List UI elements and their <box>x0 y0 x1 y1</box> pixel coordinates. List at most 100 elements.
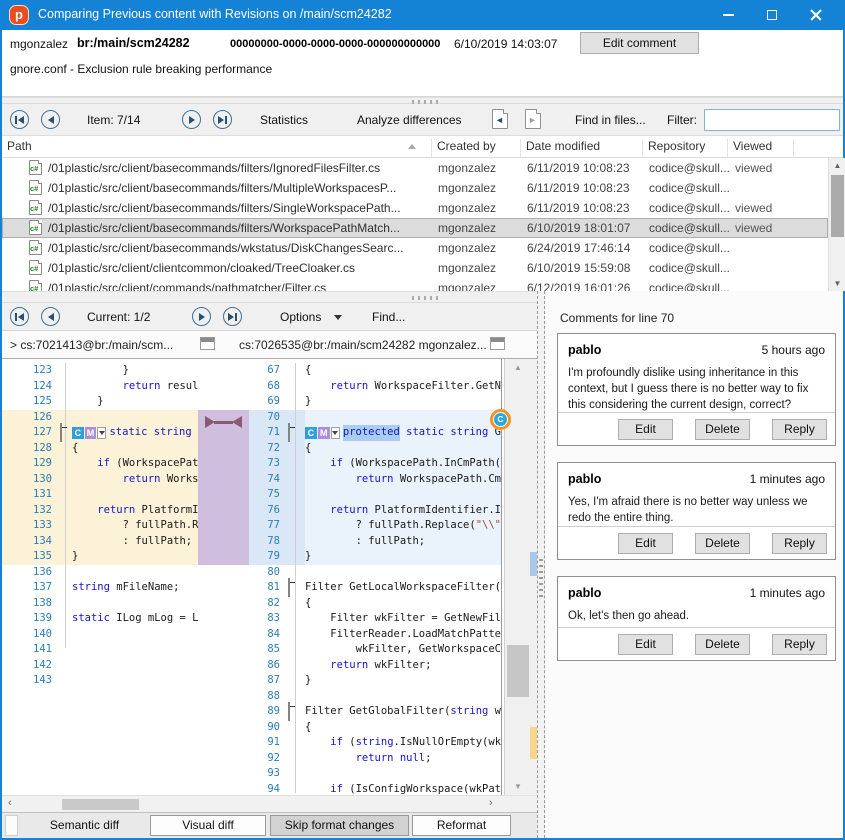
skip-format-changes-button[interactable]: Skip format changes <box>270 815 409 836</box>
code-line[interactable]: ? fullPath.Re <box>72 518 198 534</box>
scroll-up-icon[interactable]: ▲ <box>829 158 845 173</box>
code-line[interactable]: if (WorkspacePath.InCmPath(f <box>305 456 501 472</box>
code-line[interactable]: return wkFilter; <box>305 658 501 674</box>
file-row[interactable]: c#/01plastic/src/client/commands/pathmat… <box>2 278 828 291</box>
code-line[interactable]: if (IsConfigWorkspace(wkPath <box>305 782 501 796</box>
code-line[interactable]: { <box>305 441 501 457</box>
code-line[interactable]: } <box>72 394 198 410</box>
code-line[interactable]: : fullPath; <box>305 534 501 550</box>
code-line[interactable]: static ILog mLog = Lo <box>72 611 198 627</box>
file-row[interactable]: c#/01plastic/src/client/basecommands/fil… <box>2 198 828 218</box>
code-line[interactable]: return WorkspaceFilter.GetNe <box>305 379 501 395</box>
statistics-link[interactable]: Statistics <box>260 113 308 127</box>
first-diff-button[interactable] <box>10 307 29 326</box>
code-line[interactable]: return Worksp <box>72 472 198 488</box>
code-line[interactable]: return PlatformIdentifier.Is <box>305 503 501 519</box>
code-line[interactable]: { <box>72 441 198 457</box>
scroll-right-icon[interactable]: › <box>489 797 493 809</box>
code-line[interactable]: return WorkspacePath.CmP <box>305 472 501 488</box>
reformat-button[interactable]: Reformat <box>412 815 511 836</box>
code-line[interactable]: } <box>72 549 198 565</box>
code-line[interactable]: } <box>305 549 501 565</box>
code-line[interactable]: if (string.IsNullOrEmpty(wkP <box>305 735 501 751</box>
edit-button[interactable]: Edit <box>618 533 673 554</box>
code-line[interactable] <box>72 627 198 643</box>
open-left-revision-icon[interactable] <box>200 337 215 350</box>
code-line[interactable]: if (WorkspacePath <box>72 456 198 472</box>
right-code-panel[interactable]: { return WorkspaceFilter.GetNe} CMprotect… <box>305 359 502 795</box>
method-badge-icon[interactable]: M <box>318 427 330 439</box>
file-row[interactable]: c#/01plastic/src/client/clientcommon/clo… <box>2 258 828 278</box>
code-line[interactable]: Filter wkFilter = GetNewFilt <box>305 611 501 627</box>
previous-difference-file-icon[interactable]: ◄ <box>492 109 508 129</box>
diff-marker-change[interactable] <box>530 727 537 759</box>
column-header-created-by[interactable]: Created by <box>432 139 521 158</box>
file-list-scrollbar[interactable]: ▲ ▼ <box>828 158 845 291</box>
next-diff-button[interactable] <box>192 307 211 326</box>
code-line[interactable]: { <box>305 720 501 736</box>
code-line[interactable] <box>72 565 198 581</box>
code-line[interactable] <box>305 487 501 503</box>
diff-scrollbar-thumb[interactable] <box>507 645 529 697</box>
next-item-button[interactable] <box>182 110 201 129</box>
edit-comment-button[interactable]: Edit comment <box>580 32 699 54</box>
code-line[interactable]: Filter GetGlobalFilter(string wk <box>305 704 501 720</box>
horizontal-splitter-top[interactable] <box>2 97 843 104</box>
code-line[interactable]: { <box>305 596 501 612</box>
left-code-panel[interactable]: } return result; }CMstatic string { if (… <box>72 359 198 795</box>
scroll-up-icon[interactable]: ▲ <box>509 363 527 372</box>
semantic-diff-button[interactable]: Semantic diff <box>22 815 147 836</box>
minimize-button[interactable] <box>711 0 745 30</box>
open-right-revision-icon[interactable] <box>490 337 505 350</box>
code-line[interactable] <box>305 565 501 581</box>
delete-button[interactable]: Delete <box>695 533 750 554</box>
edit-button[interactable]: Edit <box>618 634 673 655</box>
code-line[interactable] <box>305 410 501 426</box>
analyze-differences-link[interactable]: Analyze differences <box>357 113 462 127</box>
diff-code-area[interactable]: 1231241251261271281291301311321331341351… <box>2 359 537 795</box>
last-item-button[interactable] <box>213 110 232 129</box>
code-line[interactable]: } <box>305 673 501 689</box>
code-line[interactable]: return result; <box>72 379 198 395</box>
code-line[interactable]: { <box>305 363 501 379</box>
previous-item-button[interactable] <box>41 110 60 129</box>
find-in-files-link[interactable]: Find in files... <box>575 113 646 127</box>
find-link[interactable]: Find... <box>372 310 405 324</box>
code-line[interactable]: wkFilter, GetWorkspaceCo <box>305 642 501 658</box>
delete-button[interactable]: Delete <box>695 419 750 440</box>
collapse-toggle-icon[interactable] <box>288 578 290 597</box>
vertical-splitter[interactable] <box>537 291 545 838</box>
first-item-button[interactable] <box>10 110 29 129</box>
reply-button[interactable]: Reply <box>772 634 827 655</box>
code-line[interactable]: FilterReader.LoadMatchPatter <box>305 627 501 643</box>
code-line[interactable] <box>72 673 198 689</box>
code-line[interactable]: return PlatformId <box>72 503 198 519</box>
scroll-left-icon[interactable]: ‹ <box>8 797 12 809</box>
code-line[interactable]: ? fullPath.Replace("\\", <box>305 518 501 534</box>
column-header-path[interactable]: Path <box>2 139 432 158</box>
reply-button[interactable]: Reply <box>772 533 827 554</box>
code-line[interactable]: } <box>72 363 198 379</box>
code-line[interactable]: CMprotected static string G <box>305 425 501 441</box>
code-line[interactable]: : fullPath; <box>72 534 198 550</box>
previous-diff-button[interactable] <box>41 307 60 326</box>
filter-input[interactable] <box>704 109 840 131</box>
code-line[interactable] <box>305 766 501 782</box>
code-line[interactable]: Filter GetLocalWorkspaceFilter(s <box>305 580 501 596</box>
diff-marker-current[interactable] <box>530 552 537 576</box>
collapse-toggle-icon[interactable] <box>60 423 62 442</box>
file-row[interactable]: c#/01plastic/src/client/basecommands/fil… <box>2 178 828 198</box>
diff-hscrollbar-thumb[interactable] <box>62 799 139 810</box>
column-header-viewed[interactable]: Viewed <box>728 139 794 158</box>
next-difference-file-icon[interactable]: ► <box>525 109 541 129</box>
method-badge-icon[interactable]: M <box>85 427 97 439</box>
scroll-down-icon[interactable]: ▼ <box>829 276 845 291</box>
badge-dropdown-icon[interactable] <box>97 427 106 439</box>
visual-diff-button[interactable]: Visual diff <box>150 815 266 836</box>
class-badge-icon[interactable]: C <box>72 427 84 439</box>
chevron-down-icon[interactable] <box>334 315 342 320</box>
badge-dropdown-icon[interactable] <box>331 427 340 439</box>
maximize-button[interactable] <box>755 0 789 30</box>
file-row[interactable]: c#/01plastic/src/client/basecommands/fil… <box>2 218 828 238</box>
close-button[interactable] <box>799 0 833 30</box>
